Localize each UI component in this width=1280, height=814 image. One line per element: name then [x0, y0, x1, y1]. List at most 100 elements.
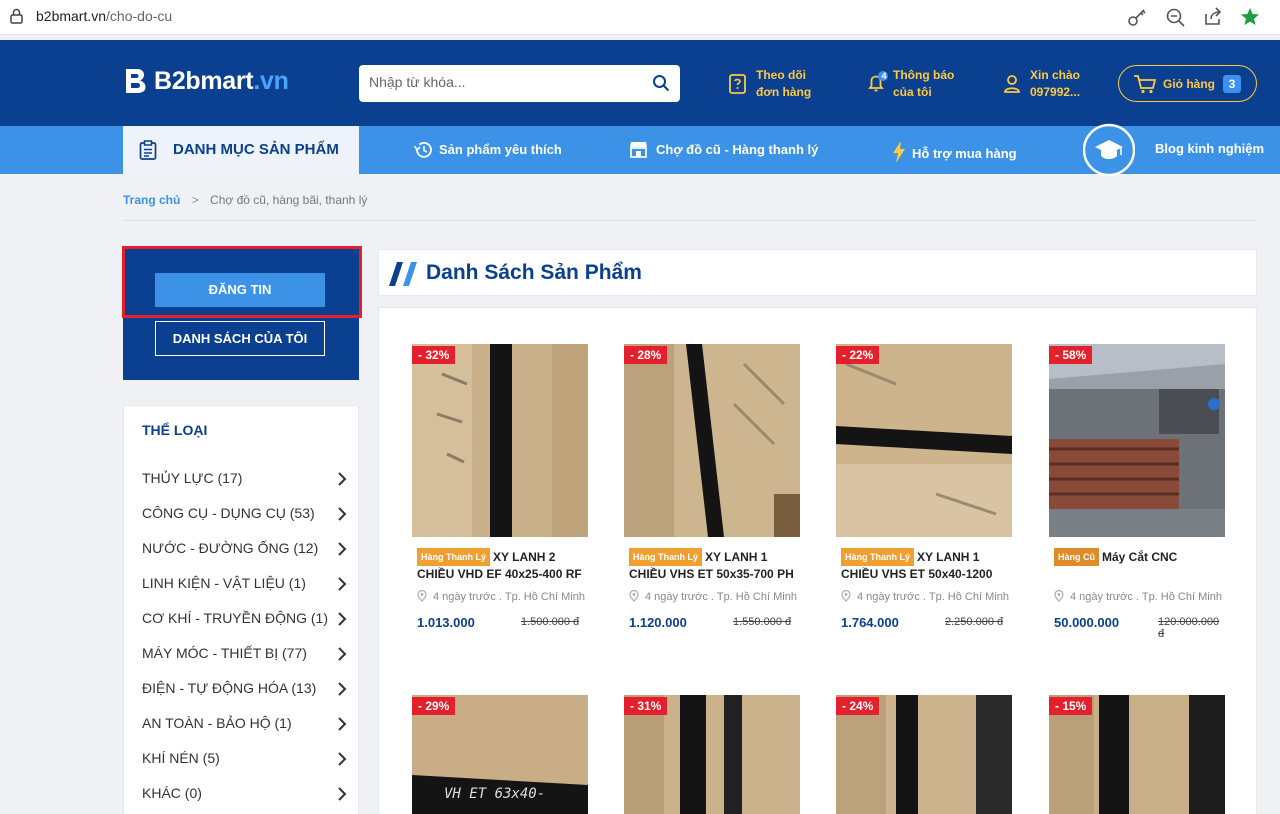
share-icon[interactable]: [1202, 6, 1224, 28]
discount-badge: - 22%: [836, 346, 880, 364]
user-icon: [1004, 75, 1020, 93]
product-meta: 4 ngày trước . Tp. Hồ Chí Minh: [841, 590, 1009, 603]
order-question-icon: [729, 74, 746, 94]
category-item[interactable]: THỦY LỰC (17): [142, 470, 347, 492]
chevron-right-icon: [338, 682, 347, 696]
product-image[interactable]: [836, 344, 1012, 537]
discount-badge: - 32%: [412, 346, 456, 364]
nav-used-market[interactable]: Chợ đồ cũ - Hàng thanh lý: [629, 141, 818, 158]
bookmark-star-icon[interactable]: [1239, 6, 1261, 28]
discount-badge: - 58%: [1049, 346, 1093, 364]
chevron-right-icon: [338, 507, 347, 521]
chevron-right-icon: [338, 612, 347, 626]
divider: [123, 220, 1257, 221]
discount-badge: - 29%: [412, 697, 456, 715]
location-pin-icon: [1054, 590, 1064, 602]
product-meta: 4 ngày trước . Tp. Hồ Chí Minh: [1054, 590, 1222, 603]
site-logo[interactable]: B2bmart.vn: [123, 64, 289, 98]
discount-badge: - 28%: [624, 346, 668, 364]
product-image[interactable]: [1049, 344, 1225, 537]
breadcrumb-separator: >: [191, 193, 199, 207]
cart-icon: [1134, 75, 1157, 94]
discount-badge: - 31%: [624, 697, 668, 715]
product-image[interactable]: [624, 344, 800, 537]
notification-count-badge: 4: [881, 71, 887, 81]
zoom-out-icon[interactable]: [1164, 6, 1186, 28]
account-link[interactable]: Xin chào 097992...: [1003, 67, 1080, 101]
category-item[interactable]: KHÍ NÉN (5): [142, 750, 347, 772]
location-pin-icon: [417, 590, 427, 602]
lock-icon: [10, 8, 23, 24]
search-icon[interactable]: [652, 74, 670, 92]
condition-tag: Hàng Thanh Lý: [841, 548, 914, 566]
history-icon: [413, 141, 432, 158]
category-item[interactable]: CÔNG CỤ - DỤNG CỤ (53): [142, 505, 347, 527]
category-menu-label: DANH MỤC SẢN PHẨM: [173, 141, 339, 158]
clipboard-list-icon: [139, 140, 157, 160]
track-order-link[interactable]: Theo dõi đơn hàng: [728, 67, 811, 101]
chevron-right-icon: [338, 717, 347, 731]
category-menu-button[interactable]: DANH MỤC SẢN PHẨM: [123, 126, 359, 174]
cart-button[interactable]: Giỏ hàng 3: [1118, 65, 1257, 102]
product-price: 1.764.000: [841, 615, 899, 630]
product-name[interactable]: Hàng Thanh Lý XY LANH 1 CHIỀU VHS ET 50x4…: [841, 548, 1007, 582]
product-meta: 4 ngày trước . Tp. Hồ Chí Minh: [629, 590, 797, 603]
product-old-price: 2.250.000 đ: [945, 616, 1004, 628]
condition-tag: Hàng Cũ: [1054, 548, 1099, 566]
category-item[interactable]: MÁY MÓC - THIẾT BỊ (77): [142, 645, 347, 667]
logo-mark-icon: [126, 69, 146, 93]
product-list-header: Danh Sách Sản Phẩm: [378, 249, 1257, 296]
svg-text:VH ET 63x40-: VH ET 63x40-: [444, 786, 545, 802]
product-meta: 4 ngày trước . Tp. Hồ Chí Minh: [417, 590, 585, 603]
browser-address-bar: b2bmart.vn/cho-do-cu: [0, 0, 1280, 35]
category-item[interactable]: NƯỚC - ĐƯỜNG ỐNG (12): [142, 540, 347, 562]
product-name[interactable]: Hàng Cũ Máy Cắt CNC: [1054, 548, 1220, 566]
condition-tag: Hàng Thanh Lý: [629, 548, 702, 566]
nav-blog[interactable]: Blog kinh nghiệm: [1155, 141, 1264, 156]
double-slash-icon: [389, 262, 417, 286]
key-icon[interactable]: [1126, 6, 1148, 28]
product-name[interactable]: Hàng Thanh Lý XY LANH 2 CHIỀU VHD EF 40x2…: [417, 548, 583, 582]
lightning-icon: [893, 141, 905, 163]
category-item[interactable]: LINH KIỆN - VẬT LIỆU (1): [142, 575, 347, 597]
chevron-right-icon: [338, 577, 347, 591]
product-list-title: Danh Sách Sản Phẩm: [426, 261, 642, 284]
condition-tag: Hàng Thanh Lý: [417, 548, 490, 566]
search-input[interactable]: [369, 74, 639, 90]
url-text[interactable]: b2bmart.vn/cho-do-cu: [36, 8, 172, 24]
post-listing-button[interactable]: ĐĂNG TIN: [155, 273, 325, 307]
product-old-price: 120.000.000 đ: [1158, 616, 1220, 640]
breadcrumb: Trang chủ > Chợ đồ cũ, hàng bãi, thanh l…: [123, 193, 367, 207]
notifications-link[interactable]: 4 Thông báo của tôi: [866, 67, 954, 101]
category-filter-panel: THỂ LOẠI THỦY LỰC (17) CÔNG CỤ - DỤNG CỤ…: [123, 405, 359, 814]
discount-badge: - 15%: [1049, 697, 1093, 715]
category-item[interactable]: KHÁC (0): [142, 785, 347, 807]
breadcrumb-current: Chợ đồ cũ, hàng bãi, thanh lý: [210, 193, 368, 207]
search-box: [359, 65, 680, 102]
category-item[interactable]: CƠ KHÍ - TRUYỀN ĐỘNG (1): [142, 610, 347, 632]
breadcrumb-home-link[interactable]: Trang chủ: [123, 193, 180, 207]
product-old-price: 1.550.000 đ: [733, 616, 792, 628]
product-price: 1.013.000: [417, 615, 475, 630]
product-price: 50.000.000: [1054, 615, 1120, 630]
chevron-right-icon: [338, 542, 347, 556]
cart-count-badge: 3: [1223, 75, 1241, 93]
chevron-right-icon: [338, 472, 347, 486]
my-list-button[interactable]: DANH SÁCH CỦA TÔI: [155, 321, 325, 356]
store-icon: [630, 142, 647, 158]
cart-label: Giỏ hàng: [1163, 77, 1215, 91]
nav-purchase-support[interactable]: Hỗ trợ mua hàng: [892, 141, 1017, 163]
product-name[interactable]: Hàng Thanh Lý XY LANH 1 CHIỀU VHS ET 50x3…: [629, 548, 795, 582]
nav-favorites[interactable]: Sản phẩm yêu thích: [413, 141, 562, 159]
location-pin-icon: [629, 590, 639, 602]
category-filter-title: THỂ LOẠI: [142, 422, 208, 438]
category-item[interactable]: AN TOÀN - BẢO HỘ (1): [142, 715, 347, 737]
product-old-price: 1.500.000 đ: [521, 616, 580, 628]
discount-badge: - 24%: [836, 697, 880, 715]
product-price: 1.120.000: [629, 615, 687, 630]
chevron-right-icon: [338, 752, 347, 766]
chevron-right-icon: [338, 787, 347, 801]
product-image[interactable]: [412, 344, 588, 537]
category-item[interactable]: ĐIỆN - TỰ ĐỘNG HÓA (13): [142, 680, 347, 702]
graduation-cap-icon[interactable]: [1083, 120, 1135, 180]
